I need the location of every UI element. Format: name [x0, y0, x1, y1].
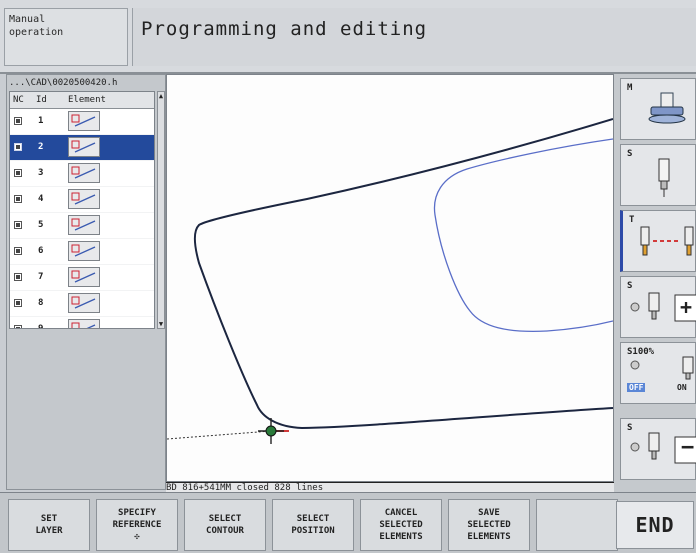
key-line: SET	[40, 514, 58, 524]
tool-change-icon	[640, 226, 694, 256]
nc-checkbox[interactable]	[14, 325, 22, 328]
list-item[interactable]: 1	[10, 109, 154, 135]
nc-checkbox[interactable]	[14, 117, 22, 125]
programming-mode-panel: Programming and editing	[132, 8, 696, 66]
reference-dash-line	[166, 430, 272, 440]
crosshair-icon: ✣	[134, 532, 140, 542]
nc-checkbox[interactable]	[14, 169, 22, 177]
line-element-icon	[68, 111, 100, 131]
element-id: 7	[38, 272, 44, 282]
list-item[interactable]: 5	[10, 213, 154, 239]
element-id: 1	[38, 116, 44, 126]
list-item[interactable]: 9	[10, 317, 154, 329]
file-path: ...\CAD\0020500420.h	[9, 78, 118, 88]
key-line: CONTOUR	[206, 526, 244, 536]
list-scrollbar[interactable]: ▲ ▼	[157, 91, 165, 329]
machine-head-icon	[648, 92, 686, 124]
key-line: SELECT	[296, 514, 330, 524]
plus-symbol: +	[680, 295, 693, 319]
right-softkey-bar: M S T S + S100% OFF ON S −	[614, 74, 696, 492]
set-layer-button[interactable]: SET LAYER	[8, 499, 90, 551]
scroll-down-icon[interactable]: ▼	[158, 320, 164, 328]
nc-checkbox[interactable]	[14, 247, 22, 255]
key-line: SPECIFY	[118, 508, 156, 518]
element-id: 2	[38, 142, 44, 152]
mode-label-line2: operation	[9, 27, 64, 38]
softkey-tool-change[interactable]: T	[620, 210, 696, 272]
line-element-icon	[68, 319, 100, 328]
list-item[interactable]: 2	[10, 135, 154, 161]
scroll-up-icon[interactable]: ▲	[158, 92, 164, 100]
line-element-icon	[68, 267, 100, 287]
softkey-spindle[interactable]: S	[620, 144, 696, 206]
col-element[interactable]: Element	[68, 92, 106, 108]
bottom-softkey-bar: SET LAYER SPECIFY REFERENCE ✣ SELECT CON…	[0, 492, 696, 553]
line-element-icon	[68, 241, 100, 261]
col-nc[interactable]: NC	[13, 92, 24, 108]
spindle-override-icon	[630, 356, 694, 380]
key-line: REFERENCE	[112, 520, 162, 530]
key-line: SELECTED	[379, 520, 423, 530]
inner-contour	[433, 138, 614, 333]
empty-softkey[interactable]	[536, 499, 618, 551]
mode-label-line1: Manual	[9, 14, 46, 25]
cad-drawing-area[interactable]	[166, 74, 614, 482]
nc-checkbox[interactable]	[14, 273, 22, 281]
nc-checkbox[interactable]	[14, 299, 22, 307]
line-element-icon	[68, 189, 100, 209]
line-element-icon	[68, 163, 100, 183]
element-id: 8	[38, 298, 44, 308]
element-id: 3	[38, 168, 44, 178]
softkey-spindle-override[interactable]: S100% OFF ON	[620, 342, 696, 404]
header-bar: Manual operation Programming and editing	[0, 0, 696, 74]
key-line: ELEMENTS	[379, 532, 423, 542]
key-line: LAYER	[35, 526, 63, 536]
spindle-off-indicator: OFF	[627, 383, 646, 392]
key-line: ELEMENTS	[467, 532, 511, 542]
nc-checkbox[interactable]	[14, 143, 22, 151]
element-id: 5	[38, 220, 44, 230]
col-id[interactable]: Id	[36, 92, 47, 108]
list-header: NC Id Element	[10, 92, 154, 109]
cancel-selected-elements-button[interactable]: CANCEL SELECTED ELEMENTS	[360, 499, 442, 551]
softkey-spindle-plus[interactable]: S +	[620, 276, 696, 338]
key-line: SELECTED	[467, 520, 511, 530]
element-list-panel: ...\CAD\0020500420.h NC Id Element 1 2 3 4 5…	[6, 74, 166, 490]
spindle-on-indicator: ON	[677, 383, 687, 392]
list-item[interactable]: 8	[10, 291, 154, 317]
end-button[interactable]: END	[616, 501, 694, 549]
list-item[interactable]: 3	[10, 161, 154, 187]
list-item[interactable]: 4	[10, 187, 154, 213]
key-line: SAVE	[478, 508, 500, 518]
key-line: CANCEL	[384, 508, 418, 518]
nc-checkbox[interactable]	[14, 221, 22, 229]
key-line: POSITION	[291, 526, 335, 536]
softkey-m-function[interactable]: M	[620, 78, 696, 140]
line-element-icon	[68, 293, 100, 313]
select-contour-button[interactable]: SELECT CONTOUR	[184, 499, 266, 551]
machine-mode-panel[interactable]: Manual operation	[4, 8, 128, 66]
softkey-spindle-minus[interactable]: S −	[620, 418, 696, 480]
element-id: 9	[38, 324, 44, 329]
key-line: SELECT	[208, 514, 242, 524]
outer-contour	[193, 118, 614, 430]
contour-drawing	[166, 118, 614, 444]
line-element-icon	[68, 137, 100, 157]
list-item[interactable]: 6	[10, 239, 154, 265]
save-selected-elements-button[interactable]: SAVE SELECTED ELEMENTS	[448, 499, 530, 551]
element-list[interactable]: NC Id Element 1 2 3 4 5 6 7 8 9	[9, 91, 155, 329]
specify-reference-button[interactable]: SPECIFY REFERENCE ✣	[96, 499, 178, 551]
list-item[interactable]: 7	[10, 265, 154, 291]
line-element-icon	[68, 215, 100, 235]
minus-symbol: −	[681, 435, 695, 460]
nc-checkbox[interactable]	[14, 195, 22, 203]
spindle-icon	[658, 158, 670, 197]
element-id: 4	[38, 194, 44, 204]
page-title: Programming and editing	[141, 18, 428, 40]
select-position-button[interactable]: SELECT POSITION	[272, 499, 354, 551]
crosshair-icon	[258, 418, 284, 444]
element-id: 6	[38, 246, 44, 256]
